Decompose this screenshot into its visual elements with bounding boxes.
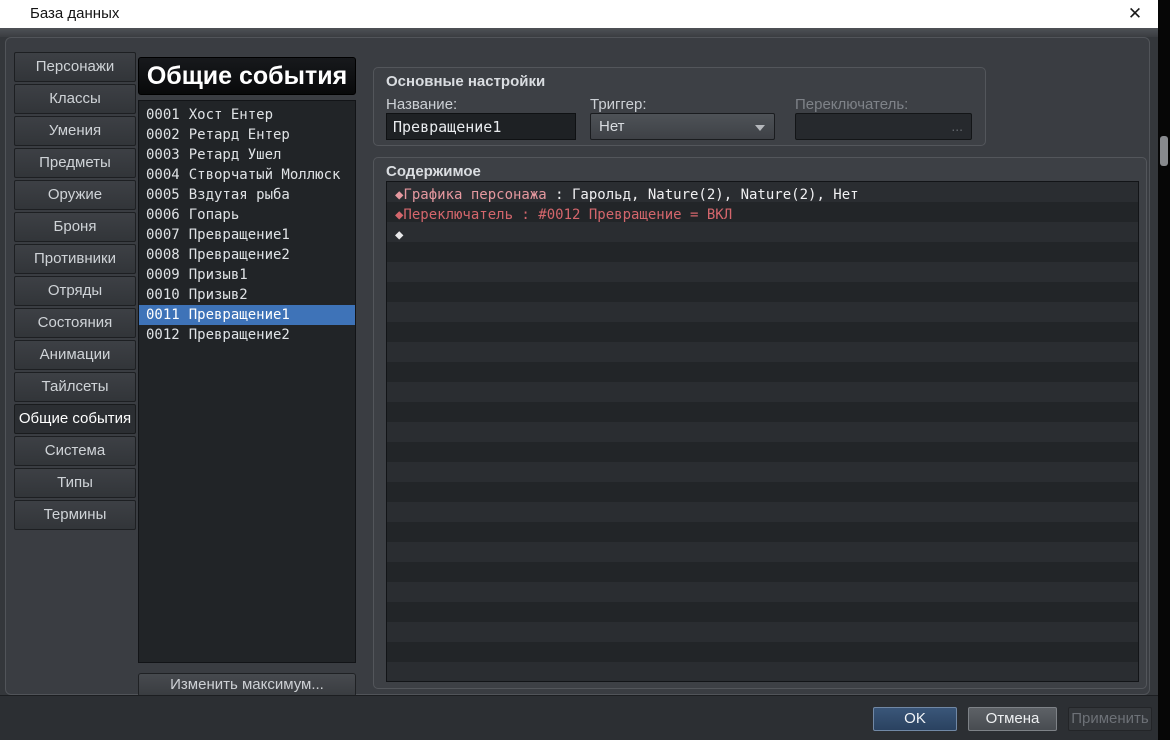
trigger-label: Триггер:: [590, 96, 647, 113]
switch-field: ...: [795, 113, 972, 140]
sidebar-tab-items[interactable]: Предметы: [14, 148, 136, 178]
sidebar-tab-common-events[interactable]: Общие события: [14, 404, 136, 434]
list-item[interactable]: 0001 Хост Ентер: [139, 105, 355, 125]
list-item[interactable]: 0003 Ретард Ушел: [139, 145, 355, 165]
sidebar-tab-states[interactable]: Состояния: [14, 308, 136, 338]
sidebar-tab-skills[interactable]: Умения: [14, 116, 136, 146]
contents-title: Содержимое: [386, 163, 481, 180]
apply-button[interactable]: Применить: [1068, 707, 1152, 731]
chevron-down-icon: [755, 125, 765, 131]
list-item-selected[interactable]: 0011 Превращение1: [139, 305, 355, 325]
window-title: База данных: [30, 5, 120, 22]
event-command-row[interactable]: ◆: [387, 225, 1138, 245]
sidebar-tab-troops[interactable]: Отряды: [14, 276, 136, 306]
list-item[interactable]: 0002 Ретард Ентер: [139, 125, 355, 145]
dialog-footer: OK Отмена Применить: [0, 695, 1158, 740]
sidebar-tab-tilesets[interactable]: Тайлсеты: [14, 372, 136, 402]
trigger-value: Нет: [599, 118, 625, 135]
list-item[interactable]: 0008 Превращение2: [139, 245, 355, 265]
list-panel-header: Общие события: [138, 57, 356, 95]
list-item[interactable]: 0007 Превращение1: [139, 225, 355, 245]
edge-scrollbar-thumb: [1160, 136, 1168, 166]
trigger-select[interactable]: Нет: [590, 113, 775, 140]
sidebar-tab-terms[interactable]: Термины: [14, 500, 136, 530]
sidebar-tab-armors[interactable]: Броня: [14, 212, 136, 242]
basic-settings-title: Основные настройки: [386, 73, 546, 90]
sidebar-tab-system[interactable]: Система: [14, 436, 136, 466]
tab-page-panel: Персонажи Классы Умения Предметы Оружие …: [5, 37, 1150, 697]
switch-label: Переключатель:: [795, 96, 909, 113]
common-events-list: 0001 Хост Ентер 0002 Ретард Ентер 0003 Рета…: [138, 100, 356, 663]
list-item[interactable]: 0006 Гопарь: [139, 205, 355, 225]
desktop-edge: [1158, 0, 1170, 740]
sidebar: Персонажи Классы Умения Предметы Оружие …: [14, 52, 136, 532]
list-item[interactable]: 0012 Превращение2: [139, 325, 355, 345]
event-command-list: ◆Графика персонажа : Гарольд, Nature(2),…: [386, 181, 1139, 682]
list-item[interactable]: 0004 Створчатый Моллюск: [139, 165, 355, 185]
browse-button: ...: [951, 118, 963, 134]
event-command-row[interactable]: ◆Графика персонажа : Гарольд, Nature(2),…: [387, 185, 1138, 205]
change-maximum-button[interactable]: Изменить максимум...: [138, 673, 356, 697]
ok-button[interactable]: OK: [873, 707, 957, 731]
name-input[interactable]: [386, 113, 576, 140]
title-bar: База данных ✕: [0, 0, 1158, 28]
sidebar-tab-enemies[interactable]: Противники: [14, 244, 136, 274]
list-item[interactable]: 0010 Призыв2: [139, 285, 355, 305]
sidebar-tab-weapons[interactable]: Оружие: [14, 180, 136, 210]
cancel-button[interactable]: Отмена: [968, 707, 1057, 731]
list-item[interactable]: 0005 Вздутая рыба: [139, 185, 355, 205]
basic-settings-group: Основные настройки Название: Триггер: Не…: [373, 67, 986, 146]
name-label: Название:: [386, 96, 458, 113]
list-item[interactable]: 0009 Призыв1: [139, 265, 355, 285]
event-command-row[interactable]: ◆Переключатель : #0012 Превращение = ВКЛ: [387, 205, 1138, 225]
sidebar-tab-animations[interactable]: Анимации: [14, 340, 136, 370]
contents-group: Содержимое ◆Графика персонажа : Гарольд,…: [373, 157, 1147, 689]
sidebar-tab-types[interactable]: Типы: [14, 468, 136, 498]
close-icon[interactable]: ✕: [1122, 3, 1148, 25]
sidebar-tab-characters[interactable]: Персонажи: [14, 52, 136, 82]
database-dialog: Персонажи Классы Умения Предметы Оружие …: [0, 28, 1158, 740]
sidebar-tab-classes[interactable]: Классы: [14, 84, 136, 114]
